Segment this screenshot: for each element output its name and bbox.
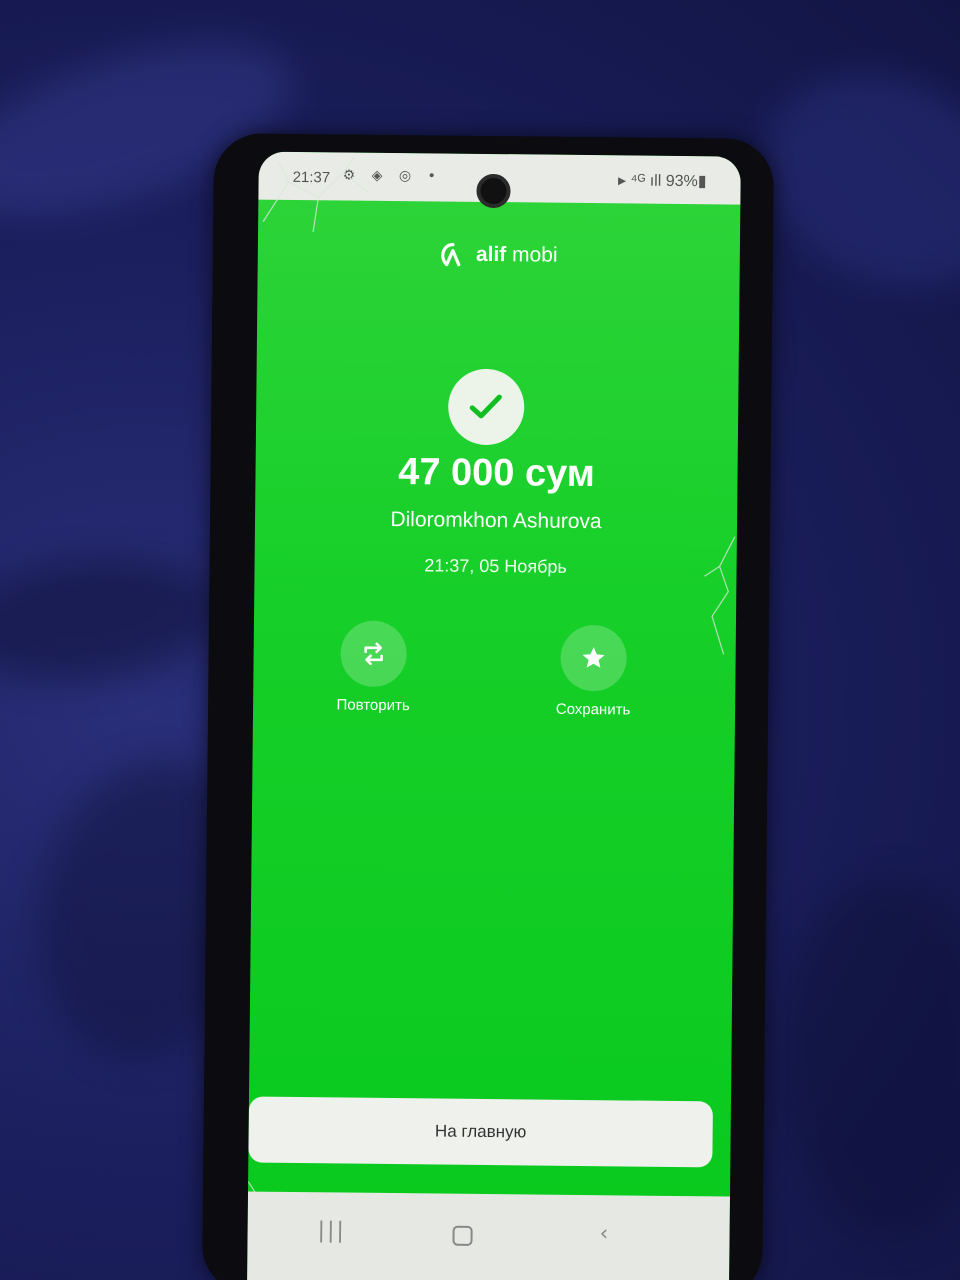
logo-text: alif mobi — [476, 243, 558, 267]
payment-amount: 47 000 сум — [397, 451, 596, 496]
app-logo: alif mobi — [258, 240, 740, 271]
recipient-name: Diloromkhon Ashurova — [390, 507, 602, 534]
repeat-icon[interactable] — [340, 620, 407, 688]
android-navigation-bar: ||| ‹ — [247, 1191, 730, 1280]
recents-icon[interactable]: ||| — [317, 1218, 346, 1243]
logo-sub-text: mobi — [506, 243, 558, 267]
back-icon[interactable]: ‹ — [599, 1221, 608, 1246]
phone-screen: 21:37 ⚙ ◈ ◎ • ▸ ⁴ᴳ ıll 93%▮ alif mobi 47… — [247, 151, 741, 1280]
payment-datetime: 21:37, 05 Ноябрь — [424, 555, 567, 577]
screen-crack — [704, 536, 736, 655]
save-button[interactable]: Сохранить — [523, 624, 664, 718]
star-shape-icon — [582, 647, 605, 668]
alif-logo-icon — [441, 243, 461, 267]
fabric-fold — [0, 546, 226, 694]
go-home-button[interactable]: На главную — [248, 1096, 713, 1168]
star-icon[interactable] — [560, 624, 627, 692]
status-right-indicators: ▸ ⁴ᴳ ıll 93%▮ — [617, 172, 707, 191]
check-icon — [469, 394, 502, 419]
repeat-arrows-icon — [364, 642, 383, 666]
save-label: Сохранить — [555, 700, 631, 719]
logo-main-text: alif — [475, 242, 507, 267]
repeat-label: Повторить — [336, 696, 410, 715]
fabric-fold — [780, 880, 960, 1240]
home-icon[interactable] — [452, 1225, 473, 1246]
front-camera — [476, 173, 511, 209]
phone: 21:37 ⚙ ◈ ◎ • ▸ ⁴ᴳ ıll 93%▮ alif mobi 47… — [201, 133, 775, 1280]
screen-crack — [262, 157, 369, 233]
repeat-button[interactable]: Повторить — [303, 620, 444, 714]
success-check-icon — [447, 368, 525, 446]
